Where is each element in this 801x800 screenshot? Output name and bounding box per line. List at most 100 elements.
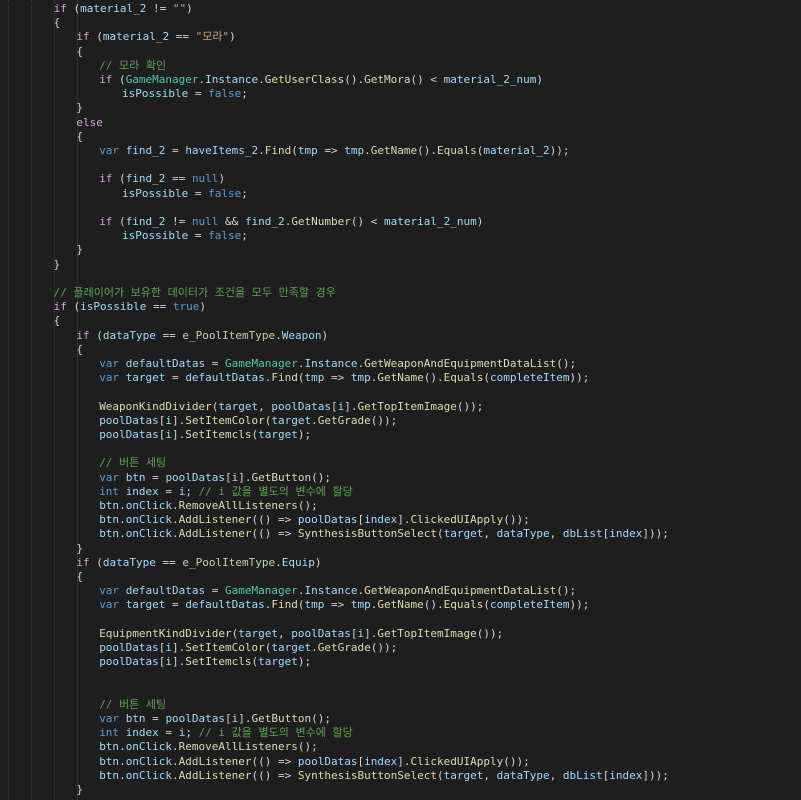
code-token: = (188, 87, 209, 101)
code-token: index (364, 754, 398, 768)
code-token: null (191, 172, 219, 186)
code-token: && (218, 215, 245, 228)
code-line: if (material_2 != "") (54, 2, 193, 16)
code-token: true (172, 300, 200, 314)
code-token: target (271, 641, 312, 654)
code-token: target (443, 527, 484, 541)
code-token: RemoveAllListeners (178, 740, 298, 754)
code-token: (); (311, 470, 332, 484)
code-token: poolDatas (99, 413, 159, 427)
code-token: WeaponKindDivider (99, 399, 212, 413)
code-token: Equals (443, 371, 484, 385)
code-token: onClick (125, 527, 173, 541)
code-token: else (76, 115, 103, 129)
code-token: target (218, 399, 259, 413)
code-token: (); (297, 499, 318, 512)
code-token: ( (112, 73, 126, 86)
code-token: AddListener (178, 513, 252, 527)
code-token: (). (423, 598, 444, 612)
code-token: ( (112, 172, 126, 186)
code-line: btn.onClick.AddListener(() => poolDatas[… (99, 513, 530, 527)
code-token: dataType (102, 555, 156, 569)
code-token: poolDatas (99, 641, 159, 654)
code-token: // 모라 확인 (99, 58, 167, 72)
code-token: "모라" (195, 30, 230, 44)
code-token: isPossible (80, 300, 147, 314)
code-line: btn.onClick.RemoveAllListeners(); (99, 740, 318, 754)
code-token: false (208, 186, 242, 200)
code-token: ]. (238, 712, 252, 725)
code-token: { (53, 16, 61, 30)
code-token: = (205, 357, 226, 370)
code-token: poolDatas (165, 470, 226, 484)
code-token: Instance (304, 357, 358, 370)
code-token: Weapon (281, 328, 322, 342)
code-token: index (364, 513, 398, 527)
code-token: ()); (503, 513, 530, 527)
code-token: btn (99, 499, 120, 512)
code-token: = (188, 186, 209, 200)
code-token: tmp (350, 598, 371, 612)
code-token: // 플레이어가 보유한 데이터가 조건을 모두 만족할 경우 (53, 286, 336, 299)
code-token: ( (112, 215, 126, 228)
code-token: ()); (503, 754, 530, 768)
code-editor[interactable]: if (material_2 != ""){if (material_2 == … (0, 0, 801, 800)
code-token: dataType (102, 328, 156, 342)
code-token: poolDatas (99, 655, 159, 669)
code-line: poolDatas[i].SetItemcls(target); (99, 428, 311, 442)
code-token: GetButton (251, 470, 312, 484)
code-token: ( (297, 598, 305, 612)
code-line: isPossible = false; (122, 229, 248, 243)
code-token: ; (185, 726, 199, 740)
code-line: btn.onClick.AddListener(() => SynthesisB… (99, 769, 669, 783)
code-token: GetName (377, 371, 424, 385)
code-token: dbList (562, 527, 603, 541)
code-token: , (483, 768, 497, 782)
code-token: if (76, 555, 90, 569)
code-line: isPossible = false; (122, 87, 248, 101)
code-token: target (125, 598, 166, 612)
code-token: [ (225, 470, 232, 484)
code-token: Find (271, 371, 298, 385)
code-token: (() => (251, 754, 298, 768)
code-token: btn (99, 768, 120, 782)
code-line: if (dataType == e_PoolItemType.Weapon) (76, 329, 328, 343)
code-token: ( (89, 30, 103, 44)
code-token: . (311, 641, 318, 654)
code-line: { (76, 570, 83, 584)
code-line: var target = defaultDatas.Find(tmp => tm… (99, 598, 589, 612)
code-line: btn.onClick.AddListener(() => poolDatas[… (99, 755, 530, 769)
code-token: if (53, 2, 67, 15)
code-token: . (172, 754, 179, 768)
code-token: ) (476, 215, 484, 228)
code-token: == (155, 328, 183, 342)
code-line: { (76, 45, 83, 59)
code-token: SetItemColor (185, 641, 265, 654)
code-token: onClick (125, 754, 173, 768)
code-token: , (483, 527, 497, 541)
code-line: poolDatas[i].SetItemcls(target); (99, 655, 311, 669)
code-token: material_2_num (443, 73, 537, 86)
code-token: onClick (125, 740, 173, 754)
code-token: } (76, 541, 84, 555)
code-token: ); (297, 655, 312, 669)
code-token: btn (99, 754, 120, 768)
code-token: [ (331, 399, 338, 413)
code-token: [ (350, 626, 358, 640)
code-token: haveItems_2 (185, 144, 259, 157)
code-token: = (205, 584, 226, 598)
code-token: var (99, 584, 120, 598)
code-token: ]. (397, 513, 411, 527)
code-line: } (76, 542, 83, 556)
code-token: ])); (642, 768, 669, 782)
code-token: GetNumber (291, 215, 351, 228)
code-token: ) (321, 328, 329, 342)
code-token: . (258, 144, 265, 157)
code-token: ) (314, 555, 322, 569)
code-token: ()); (476, 626, 504, 640)
code-token: () < (410, 73, 444, 86)
code-token: ) (186, 2, 193, 15)
code-token: ( (297, 371, 305, 385)
code-token: = (158, 726, 179, 740)
code-line: // 플레이어가 보유한 데이터가 조건을 모두 만족할 경우 (54, 286, 336, 300)
